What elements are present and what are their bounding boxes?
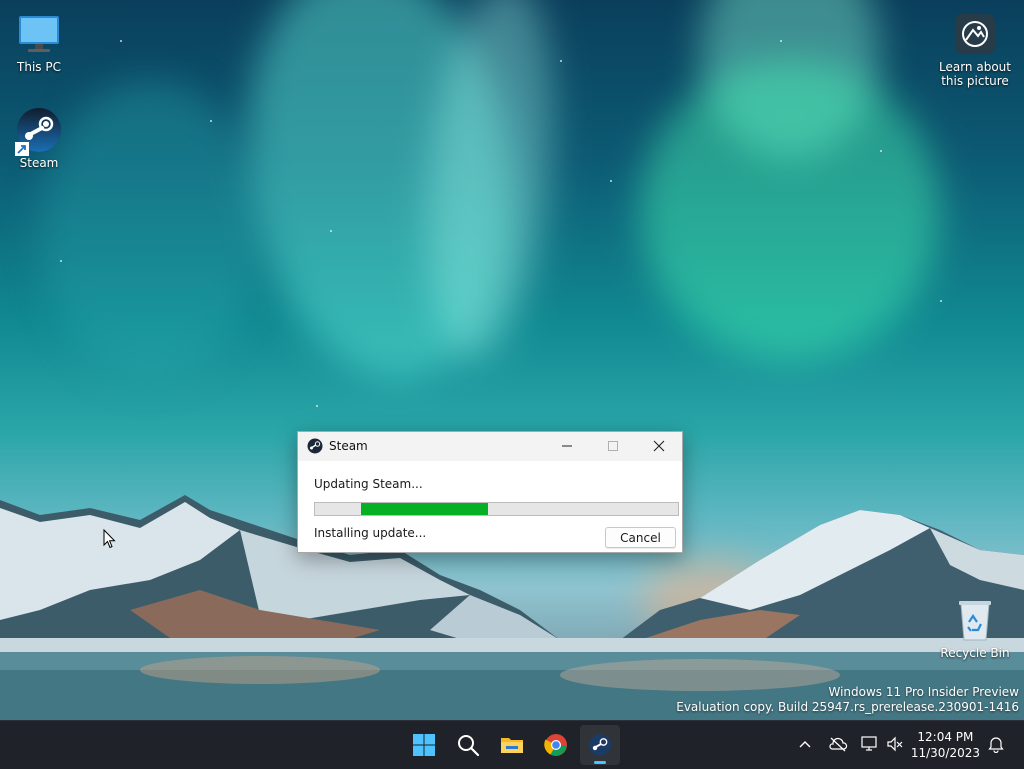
close-icon <box>653 440 665 452</box>
chrome-icon <box>544 734 567 756</box>
network-icon[interactable] <box>860 735 878 753</box>
taskbar-clock[interactable]: 12:04 PM 11/30/2023 <box>911 729 980 761</box>
taskbar-chrome[interactable] <box>536 725 576 765</box>
maximize-icon <box>608 441 618 451</box>
mouse-cursor-icon <box>103 529 116 549</box>
taskbar-file-explorer[interactable] <box>492 725 532 765</box>
clock-time: 12:04 PM <box>917 730 974 744</box>
taskbar-search-button[interactable] <box>448 725 488 765</box>
clock-date: 11/30/2023 <box>910 746 980 760</box>
chevron-up-icon[interactable] <box>798 738 812 752</box>
onedrive-offline-icon[interactable] <box>828 735 848 753</box>
steam-icon <box>589 734 611 756</box>
taskbar-start-button[interactable] <box>404 725 444 765</box>
update-status: Installing update... <box>314 526 427 540</box>
minimize-icon <box>562 445 572 447</box>
search-icon <box>458 735 480 757</box>
active-app-indicator <box>594 761 606 764</box>
desktop-wallpaper: This PC Steam Learn about this picture R… <box>0 0 1024 720</box>
update-progress-bar <box>314 502 679 516</box>
dialog-titlebar[interactable]: Steam <box>298 432 682 461</box>
desktop-icon-recycle-bin[interactable]: Recycle Bin <box>935 596 1015 660</box>
watermark-build: Evaluation copy. Build 25947.rs_prerelea… <box>676 700 1019 714</box>
folder-icon <box>501 738 523 753</box>
watermark-edition: Windows 11 Pro Insider Preview <box>828 685 1019 699</box>
recycle-bin-icon <box>959 601 991 641</box>
update-heading: Updating Steam... <box>314 477 423 491</box>
close-button[interactable] <box>636 432 682 461</box>
windows-logo-icon <box>413 734 435 756</box>
volume-muted-icon[interactable] <box>886 735 904 753</box>
desktop-icon-label: Steam <box>19 156 59 170</box>
taskbar: 12:04 PM 11/30/2023 <box>0 720 1024 769</box>
windows-watermark: Windows 11 Pro Insider Preview Evaluatio… <box>676 685 1019 715</box>
maximize-button[interactable] <box>590 432 636 461</box>
minimize-button[interactable] <box>544 432 590 461</box>
desktop-icon-label: Learn about this picture <box>939 60 1011 88</box>
desktop-icon-steam[interactable]: Steam <box>0 106 79 170</box>
desktop-icon-learn-about-picture[interactable]: Learn about this picture <box>935 10 1015 88</box>
taskbar-steam[interactable] <box>580 725 620 765</box>
steam-update-dialog: Steam Updating Steam... Installing updat… <box>297 431 683 553</box>
steam-icon <box>307 438 323 454</box>
progress-fill <box>361 503 488 515</box>
dialog-title: Steam <box>329 439 368 453</box>
desktop-icon-label: This PC <box>17 60 61 74</box>
desktop-icon-label: Recycle Bin <box>940 646 1010 660</box>
cancel-button[interactable]: Cancel <box>605 527 676 548</box>
camera-info-icon <box>955 14 995 54</box>
desktop-icon-this-pc[interactable]: This PC <box>0 10 79 74</box>
shortcut-arrow-icon <box>15 142 29 156</box>
monitor-icon <box>19 16 59 52</box>
notification-bell-icon[interactable] <box>988 735 1004 753</box>
